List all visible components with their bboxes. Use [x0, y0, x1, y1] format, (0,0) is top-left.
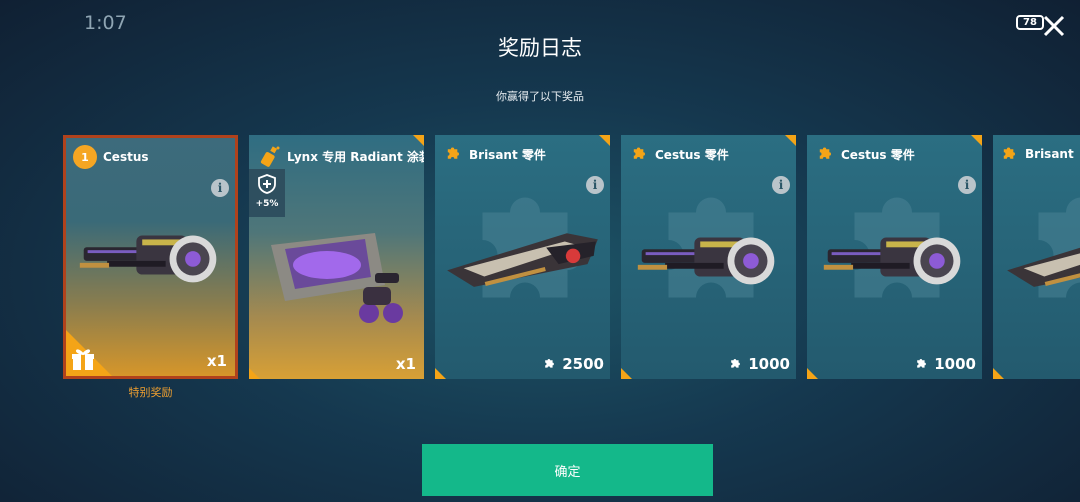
info-icon[interactable]: i [958, 176, 976, 194]
spray-can-icon [260, 146, 280, 167]
puzzle-icon [817, 145, 835, 163]
card-quantity: x1 [395, 355, 416, 373]
card-title: Lynx 专用 Radiant 涂装 [287, 149, 424, 164]
puzzle-icon [917, 358, 927, 368]
skin-image [271, 233, 403, 323]
card-title: Cestus 零件 [655, 147, 729, 162]
reward-card-brisant[interactable]: Brisant [993, 135, 1080, 379]
weapon-image [1007, 233, 1080, 287]
shield-icon [258, 174, 276, 194]
reward-card-cestus[interactable]: 1 Cestus i x1 [63, 135, 238, 379]
card-quantity: 1000 [934, 355, 976, 373]
puzzle-icon [1001, 145, 1019, 163]
weapon-image [823, 237, 961, 285]
info-icon[interactable]: i [211, 179, 229, 197]
card-quantity: 2500 [562, 355, 604, 373]
card-title: Cestus [103, 150, 149, 164]
puzzle-icon [731, 358, 741, 368]
page-title: 奖励日志 [498, 36, 582, 60]
card-quantity: 1000 [748, 355, 790, 373]
weapon-image [79, 235, 217, 283]
bonus-value: +5% [255, 199, 279, 209]
puzzle-icon [445, 145, 463, 163]
reward-card-brisant-parts[interactable]: Brisant 零件 i 2500 [435, 135, 610, 379]
gift-icon [72, 349, 94, 370]
special-reward-label: 特别奖励 [128, 386, 173, 399]
puzzle-icon [545, 358, 555, 368]
bonus-badge: +5% [249, 169, 285, 217]
info-icon[interactable]: i [772, 176, 790, 194]
card-title: Brisant 零件 [469, 147, 546, 162]
confirm-button[interactable]: 确定 [422, 444, 713, 496]
card-title: Brisant [1025, 147, 1074, 161]
reward-card-lynx-skin[interactable]: Lynx 专用 Radiant 涂装 +5% x1 [249, 135, 424, 379]
weapon-image [637, 237, 775, 285]
puzzle-icon [631, 145, 649, 163]
weapon-image [447, 233, 598, 287]
card-title: Cestus 零件 [841, 147, 915, 162]
card-quantity: x1 [206, 352, 227, 370]
page-subtitle: 你赢得了以下奖品 [496, 90, 584, 103]
info-icon[interactable]: i [586, 176, 604, 194]
reward-card-cestus-parts[interactable]: Cestus 零件 i 1000 [621, 135, 796, 379]
reward-card-cestus-parts[interactable]: Cestus 零件 i 1000 [807, 135, 982, 379]
status-time: 1:07 [84, 12, 127, 34]
rank-badge: 1 [73, 145, 97, 169]
